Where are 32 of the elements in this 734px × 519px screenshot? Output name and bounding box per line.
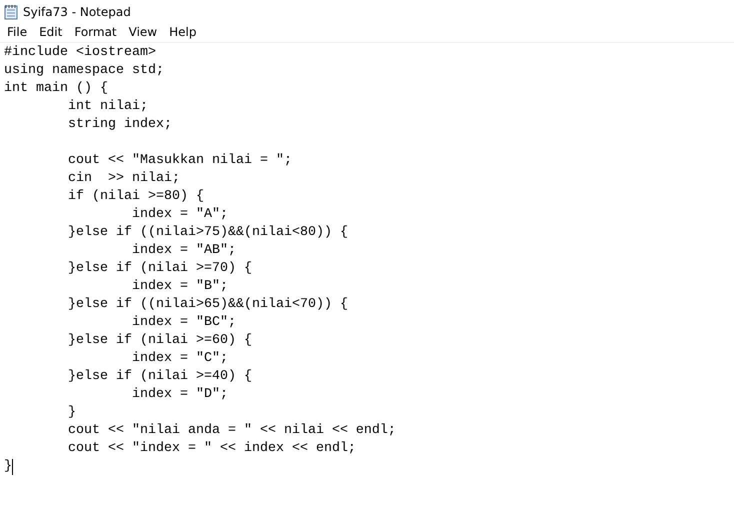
code-line: index = "BC"; <box>130 314 236 332</box>
code-line: if (nilai >=80) { <box>67 188 204 206</box>
code-line: index = "A"; <box>130 206 228 224</box>
menu-item[interactable]: Format <box>68 25 123 39</box>
code-line: cin >> nilai; <box>67 170 180 188</box>
code-line: } <box>67 404 76 422</box>
notepad-icon <box>4 4 18 20</box>
code-line: } <box>4 458 12 476</box>
code-line: }else if ((nilai>75)&&(nilai<80)) { <box>67 224 348 242</box>
code-line: index = "AB"; <box>130 242 236 260</box>
code-line: index = "D"; <box>130 386 228 404</box>
code-line: using namespace std; <box>4 62 164 80</box>
code-line: }else if (nilai >=40) { <box>67 368 252 386</box>
menu-item[interactable]: File <box>1 25 34 39</box>
code-line: }else if (nilai >=70) { <box>67 260 252 278</box>
code-line: string index; <box>67 116 172 134</box>
menu-item[interactable]: Help <box>163 25 202 39</box>
code-line: int main () { <box>4 80 108 98</box>
code-line: cout << "index = " << index << endl; <box>67 440 356 458</box>
code-line: #include <iostream> <box>4 44 156 62</box>
code-line: cout << "Masukkan nilai = "; <box>67 152 292 170</box>
text-cursor <box>12 459 13 475</box>
window-title: Syifa73 - Notepad <box>23 4 131 18</box>
code-line: cout << "nilai anda = " << nilai << endl; <box>67 422 396 440</box>
code-line: }else if ((nilai>65)&&(nilai<70)) { <box>67 296 348 314</box>
text-editor[interactable] <box>0 42 734 476</box>
menu-item[interactable]: Edit <box>33 25 68 39</box>
menu-item[interactable]: View <box>122 25 164 39</box>
code-line: }else if (nilai >=60) { <box>67 332 252 350</box>
code-line: index = "C"; <box>130 350 228 368</box>
code-line: index = "B"; <box>130 278 228 296</box>
code-line: int nilai; <box>67 98 148 116</box>
